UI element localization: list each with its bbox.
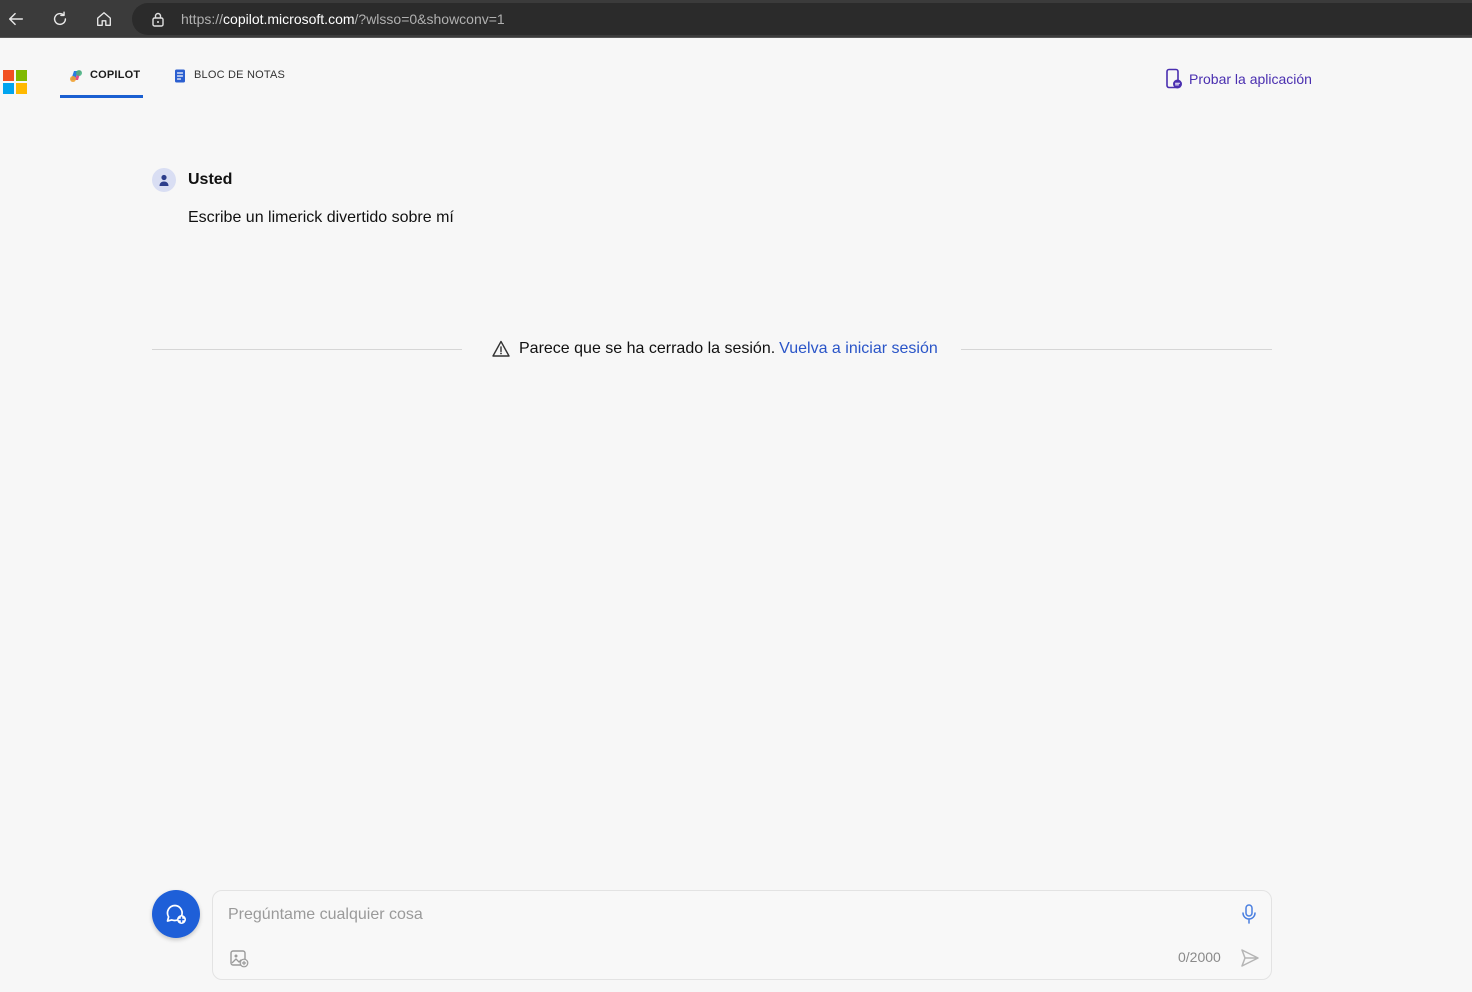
tab-notebook-label: BLOC DE NOTAS bbox=[194, 69, 286, 81]
refresh-icon bbox=[53, 11, 67, 26]
microsoft-logo[interactable] bbox=[3, 70, 27, 94]
logo-square-red bbox=[3, 70, 14, 81]
arrow-left-icon bbox=[8, 12, 24, 26]
back-button[interactable] bbox=[2, 5, 30, 33]
microphone-icon[interactable] bbox=[1239, 903, 1259, 925]
signed-out-notice: Parece que se ha cerrado la sesión. Vuel… bbox=[491, 338, 938, 360]
divider-right bbox=[961, 349, 1272, 350]
url-host: copilot.microsoft.com bbox=[223, 11, 355, 27]
home-button[interactable] bbox=[90, 5, 118, 33]
message-header: Usted bbox=[152, 168, 232, 192]
tab-copilot[interactable]: COPILOT bbox=[60, 60, 143, 98]
chat-composer: 0/2000 bbox=[212, 890, 1272, 980]
logo-square-blue bbox=[3, 83, 14, 94]
new-topic-button[interactable] bbox=[152, 890, 200, 938]
notebook-icon bbox=[175, 69, 185, 83]
new-chat-icon bbox=[166, 904, 186, 924]
try-app-link[interactable]: Probar la aplicación bbox=[1165, 68, 1312, 90]
user-icon bbox=[159, 174, 169, 186]
user-name: Usted bbox=[188, 171, 233, 188]
url-prefix: https:// bbox=[181, 11, 224, 27]
url-path: /?wlsso=0&showconv=1 bbox=[354, 11, 505, 27]
sign-in-again-link[interactable]: Vuelva a iniciar sesión bbox=[779, 340, 938, 358]
notice-text: Parece que se ha cerrado la sesión. bbox=[519, 340, 776, 357]
tab-notebook[interactable]: BLOC DE NOTAS bbox=[172, 60, 287, 98]
divider-left bbox=[152, 349, 462, 350]
try-app-label: Probar la aplicación bbox=[1189, 71, 1312, 87]
lock-icon bbox=[152, 12, 164, 27]
send-icon[interactable] bbox=[1239, 947, 1261, 969]
url-text: https://copilot.microsoft.com/?wlsso=0&s… bbox=[181, 11, 505, 27]
tab-copilot-label: COPILOT bbox=[90, 69, 141, 81]
avatar bbox=[152, 168, 176, 192]
char-counter: 0/2000 bbox=[1178, 949, 1221, 965]
image-upload-icon[interactable] bbox=[229, 948, 249, 968]
refresh-button[interactable] bbox=[46, 5, 74, 33]
phone-app-icon bbox=[1166, 68, 1182, 89]
home-icon bbox=[97, 12, 111, 26]
logo-square-green bbox=[16, 70, 27, 81]
address-bar[interactable]: https://copilot.microsoft.com/?wlsso=0&s… bbox=[132, 3, 1472, 35]
warning-icon bbox=[492, 340, 510, 357]
copilot-icon bbox=[70, 70, 82, 82]
browser-toolbar: https://copilot.microsoft.com/?wlsso=0&s… bbox=[0, 0, 1472, 38]
chat-input[interactable] bbox=[228, 903, 1208, 927]
logo-square-yellow bbox=[16, 83, 27, 94]
user-message: Escribe un limerick divertido sobre mí bbox=[188, 209, 454, 226]
